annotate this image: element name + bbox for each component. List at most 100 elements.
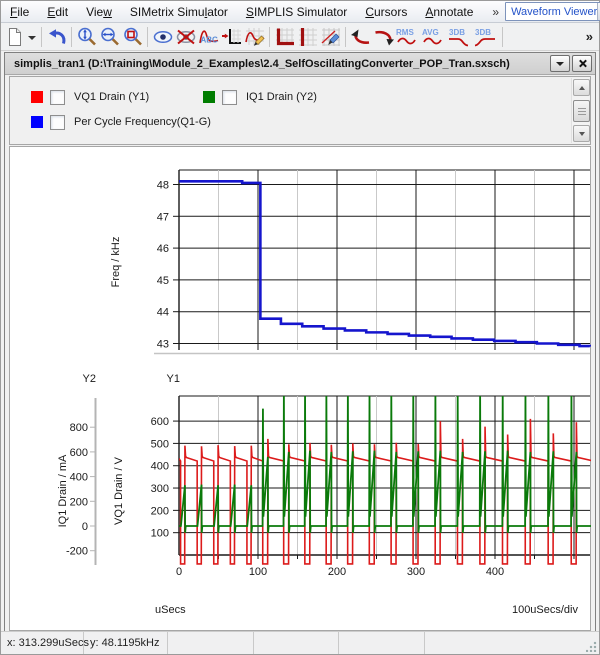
svg-text:0: 0	[82, 521, 88, 533]
toolbar: ABC RMS AVG 3DB 3DB »	[1, 23, 599, 51]
svg-text:AVG: AVG	[422, 28, 439, 37]
menu-item-simplis-simulator[interactable]: SIMPLIS Simulator	[237, 3, 356, 21]
svg-text:Freq / kHz: Freq / kHz	[110, 237, 122, 288]
curve-label-icon[interactable]: ABC	[197, 25, 220, 48]
window-close-button[interactable]	[572, 55, 592, 72]
graph-plot-area[interactable]: 484746454443Freq / kHz600500400300200100…	[9, 146, 591, 631]
zoom-x-icon[interactable]	[98, 25, 121, 48]
svg-text:300: 300	[407, 566, 425, 578]
svg-text:ABC: ABC	[200, 35, 218, 44]
status-cell	[168, 632, 254, 654]
avg-icon[interactable]: AVG	[421, 25, 447, 48]
graph-window-title: simplis_tran1 (D:\Training\Module_2_Exam…	[14, 58, 548, 70]
svg-text:100: 100	[151, 528, 169, 540]
scroll-up-button[interactable]	[573, 79, 590, 96]
svg-text:3DB: 3DB	[449, 28, 465, 37]
svg-text:IQ1 Drain / mA: IQ1 Drain / mA	[57, 454, 69, 527]
trace-checkbox[interactable]	[222, 90, 237, 105]
svg-text:43: 43	[157, 339, 169, 351]
arrow-up-icon	[579, 86, 585, 90]
status-cursor-x: x: 313.299uSecs	[1, 632, 84, 654]
svg-text:Y2: Y2	[83, 373, 96, 385]
hide-curve-icon[interactable]	[174, 25, 197, 48]
legend-item: VQ1 Drain (Y1)	[31, 90, 149, 104]
trace-label: Per Cycle Frequency(Q1-G)	[74, 116, 211, 128]
rms-icon[interactable]: RMS	[395, 25, 421, 48]
menu-item-view[interactable]: View	[77, 3, 121, 21]
svg-text:400: 400	[70, 472, 88, 484]
status-cursor-y: y: 48.1195kHz	[84, 632, 168, 654]
menu-item-file[interactable]: File	[1, 3, 38, 21]
highpass-3db-icon[interactable]: 3DB	[473, 25, 499, 48]
show-curve-icon[interactable]	[151, 25, 174, 48]
trace-checkbox[interactable]	[50, 115, 65, 130]
zoom-y-icon[interactable]	[75, 25, 98, 48]
svg-text:3DB: 3DB	[475, 28, 491, 37]
viewer-select[interactable]: Waveform Viewer	[505, 2, 600, 21]
graph-window: simplis_tran1 (D:\Training\Module_2_Exam…	[4, 52, 596, 634]
menu-item-edit[interactable]: Edit	[38, 3, 77, 21]
resize-grip[interactable]	[586, 641, 597, 652]
toolbar-separator	[71, 27, 72, 47]
svg-text:100: 100	[249, 566, 267, 578]
svg-text:500: 500	[151, 438, 169, 450]
legend-scrollbar[interactable]	[571, 78, 589, 143]
trace-color-swatch	[31, 116, 43, 128]
status-cell	[254, 632, 339, 654]
legend-panel: VQ1 Drain (Y1) IQ1 Drain (Y2) Per Cycle Fr…	[9, 76, 591, 145]
curve-previous-icon[interactable]	[349, 25, 372, 48]
add-divider-icon[interactable]	[296, 25, 319, 48]
arrow-down-icon	[579, 132, 585, 136]
svg-text:48: 48	[157, 180, 169, 192]
svg-text:600: 600	[70, 447, 88, 459]
trace-color-swatch	[31, 91, 43, 103]
new-graph-icon[interactable]	[3, 25, 26, 48]
svg-text:VQ1 Drain / V: VQ1 Drain / V	[113, 456, 125, 525]
trace-label: VQ1 Drain (Y1)	[74, 91, 149, 103]
svg-text:45: 45	[157, 275, 169, 287]
lowpass-3db-icon[interactable]: 3DB	[447, 25, 473, 48]
menu-item-cursors[interactable]: Cursors	[356, 3, 416, 21]
trace-checkbox[interactable]	[50, 90, 65, 105]
svg-text:600: 600	[151, 416, 169, 428]
status-bar: x: 313.299uSecs y: 48.1195kHz	[1, 631, 599, 654]
undo-icon[interactable]	[45, 25, 68, 48]
svg-text:0: 0	[176, 566, 182, 578]
zoom-box-icon[interactable]	[121, 25, 144, 48]
window-menu-button[interactable]	[550, 55, 570, 72]
svg-text:100uSecs/div: 100uSecs/div	[512, 604, 579, 616]
svg-text:200: 200	[151, 505, 169, 517]
edit-graph-icon[interactable]	[243, 25, 266, 48]
trace-label: IQ1 Drain (Y2)	[246, 91, 317, 103]
menu-item-annotate[interactable]: Annotate	[416, 3, 482, 21]
add-axis-icon[interactable]	[220, 25, 243, 48]
svg-text:RMS: RMS	[396, 28, 414, 37]
new-graph-dropdown-icon[interactable]	[26, 25, 38, 48]
graph-window-titlebar[interactable]: simplis_tran1 (D:\Training\Module_2_Exam…	[5, 53, 595, 75]
menu-item-simetrix-simulator[interactable]: SIMetrix Simulator	[121, 3, 237, 21]
charts-svg[interactable]: 484746454443Freq / kHz600500400300200100…	[10, 147, 594, 630]
edit-grid-icon[interactable]	[319, 25, 342, 48]
svg-text:200: 200	[328, 566, 346, 578]
toolbar-separator	[345, 27, 346, 47]
svg-text:47: 47	[157, 211, 169, 223]
svg-text:400: 400	[151, 461, 169, 473]
toolbar-overflow-chevron[interactable]: »	[586, 29, 593, 44]
waveform-viewer-window: { "menu": { "items": [ {"label": "File",…	[0, 0, 600, 655]
scrollbar-thumb[interactable]	[573, 100, 590, 122]
toolbar-separator	[147, 27, 148, 47]
svg-text:400: 400	[486, 566, 504, 578]
toolbar-separator	[41, 27, 42, 47]
trace-color-swatch	[203, 91, 215, 103]
svg-text:uSecs: uSecs	[155, 604, 186, 616]
curve-next-icon[interactable]	[372, 25, 395, 48]
add-grid-icon[interactable]	[273, 25, 296, 48]
svg-text:200: 200	[70, 496, 88, 508]
window-menu-icon	[556, 62, 564, 66]
svg-text:46: 46	[157, 243, 169, 255]
status-cell	[339, 632, 425, 654]
svg-text:300: 300	[151, 483, 169, 495]
scroll-down-button[interactable]	[573, 125, 590, 142]
legend-item: IQ1 Drain (Y2)	[203, 90, 317, 104]
menu-overflow-chevron[interactable]: »	[488, 5, 503, 19]
